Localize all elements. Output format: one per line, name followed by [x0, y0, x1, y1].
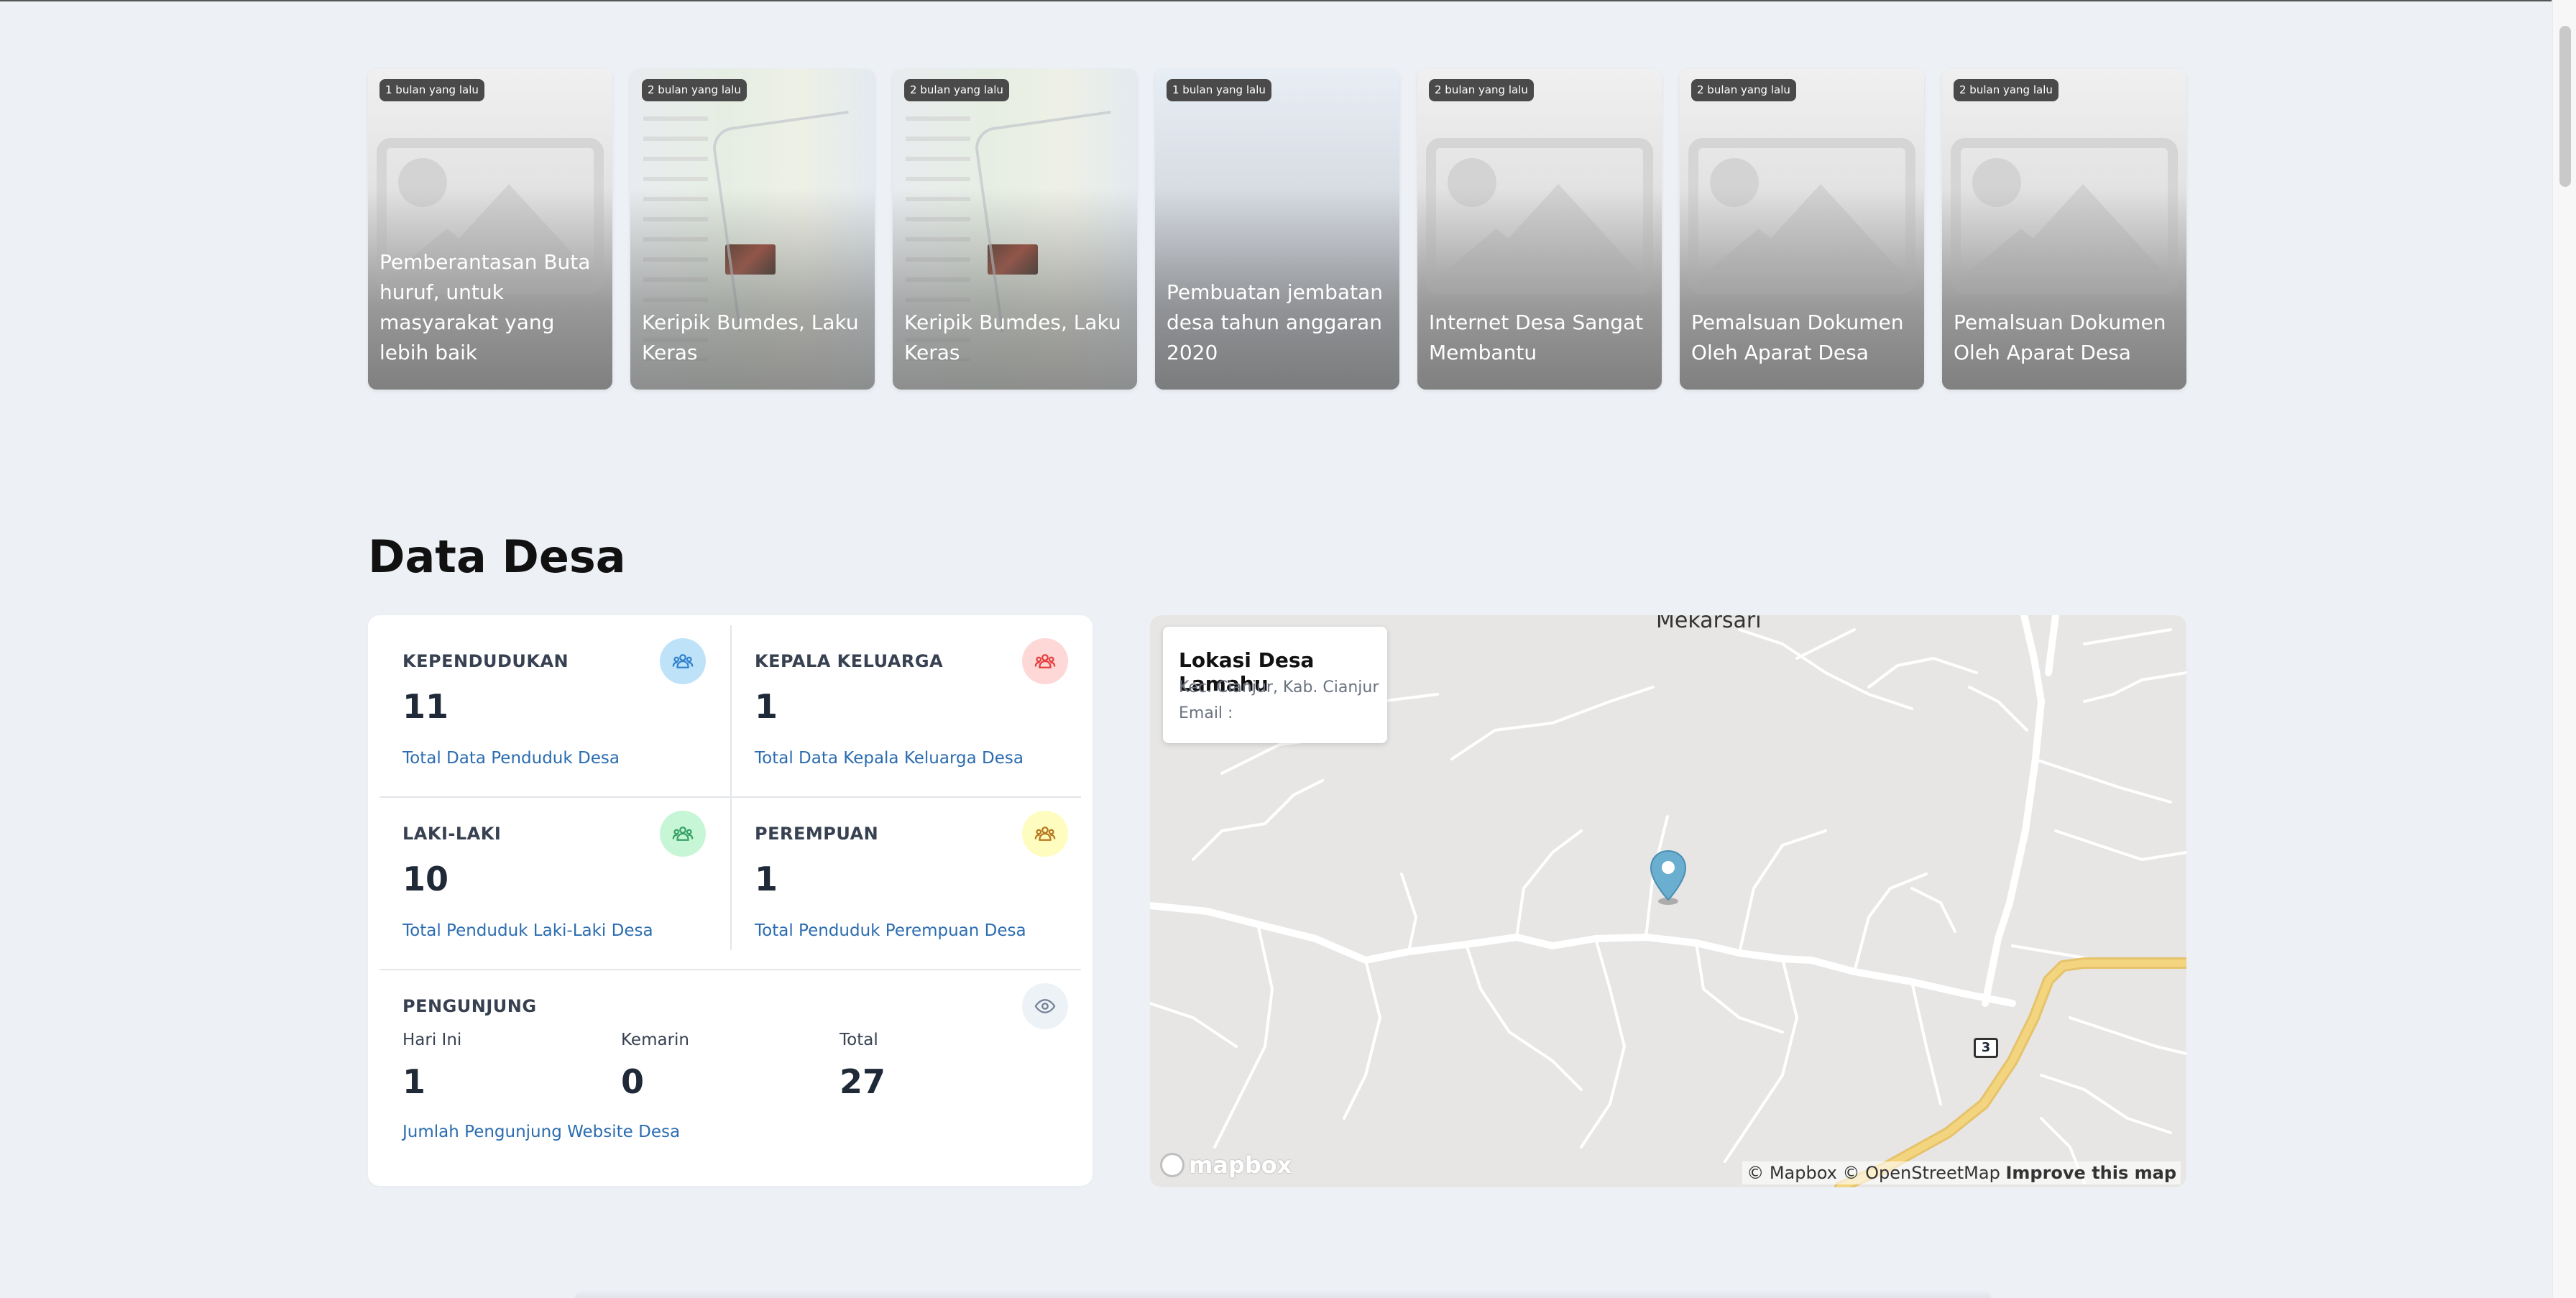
- stat-link[interactable]: Jumlah Pengunjung Website Desa: [402, 1123, 680, 1141]
- visitors-today-label: Hari Ini: [402, 1031, 462, 1049]
- people-icon: [1022, 811, 1068, 857]
- news-card-title[interactable]: Pembuatan jembatan desa tahun anggaran 2…: [1167, 277, 1389, 368]
- people-icon: [660, 811, 706, 857]
- popup-address: Kec. Cianjur, Kab. Cianjur: [1179, 678, 1379, 696]
- visitors-today-value: 1: [402, 1062, 426, 1101]
- news-card[interactable]: 1 bulan yang lalu Pemberantasan Buta hur…: [368, 69, 612, 390]
- section-title: Data Desa: [368, 530, 626, 583]
- stat-value: 1: [755, 687, 778, 726]
- time-badge: 2 bulan yang lalu: [1429, 79, 1534, 101]
- news-card-title[interactable]: Pemberantasan Buta huruf, untuk masyarak…: [380, 247, 602, 368]
- mapbox-logo[interactable]: mapbox: [1160, 1151, 1292, 1179]
- time-badge: 1 bulan yang lalu: [380, 79, 484, 101]
- attribution-mapbox[interactable]: © Mapbox: [1747, 1163, 1837, 1183]
- news-card[interactable]: 2 bulan yang lalu Pemalsuan Dokumen Oleh…: [1680, 69, 1924, 390]
- stat-population: KEPENDUDUKAN 11 Total Data Penduduk Desa: [368, 615, 730, 796]
- news-card-title[interactable]: Keripik Bumdes, Laku Keras: [642, 308, 865, 368]
- news-card[interactable]: 2 bulan yang lalu Keripik Bumdes, Laku K…: [893, 69, 1137, 390]
- stat-link[interactable]: Total Data Kepala Keluarga Desa: [755, 749, 1024, 768]
- map-popup: Lokasi Desa Lamahu Kec. Cianjur, Kab. Ci…: [1163, 627, 1387, 743]
- people-icon: [1022, 638, 1068, 684]
- eye-icon: [1022, 983, 1068, 1029]
- stat-label: PENGUNJUNG: [402, 996, 537, 1016]
- visitors-yesterday-label: Kemarin: [621, 1031, 690, 1049]
- stat-link[interactable]: Total Data Penduduk Desa: [402, 749, 620, 768]
- stat-visitors: PENGUNJUNG Hari Ini 1 Kemarin 0 Total 27…: [368, 960, 1092, 1186]
- stat-label: KEPALA KELUARGA: [755, 651, 944, 671]
- stat-value: 11: [402, 687, 449, 726]
- route-shield: 3: [1974, 1038, 1998, 1058]
- news-card-title[interactable]: Pemalsuan Dokumen Oleh Aparat Desa: [1691, 308, 1914, 368]
- time-badge: 2 bulan yang lalu: [642, 79, 747, 101]
- top-border: [0, 0, 2576, 1]
- stat-label: KEPENDUDUKAN: [402, 651, 569, 671]
- map-attribution: © Mapbox © OpenStreetMap Improve this ma…: [1742, 1161, 2181, 1184]
- popup-email: Email :: [1179, 704, 1233, 722]
- scrollbar[interactable]: [2552, 0, 2576, 1298]
- news-card-title[interactable]: Keripik Bumdes, Laku Keras: [904, 308, 1127, 368]
- stat-value: 1: [755, 860, 778, 898]
- news-card[interactable]: 2 bulan yang lalu Pemalsuan Dokumen Oleh…: [1942, 69, 2186, 390]
- time-badge: 2 bulan yang lalu: [904, 79, 1009, 101]
- stat-value: 10: [402, 860, 449, 898]
- news-card-title[interactable]: Pemalsuan Dokumen Oleh Aparat Desa: [1954, 308, 2176, 368]
- stat-label: LAKI-LAKI: [402, 824, 502, 844]
- visitors-yesterday: Kemarin 0: [621, 1031, 689, 1101]
- visitors-total-label: Total: [840, 1031, 878, 1049]
- stat-link[interactable]: Total Penduduk Laki-Laki Desa: [402, 921, 653, 940]
- mapbox-logo-text: mapbox: [1189, 1151, 1292, 1179]
- news-card[interactable]: 2 bulan yang lalu Internet Desa Sangat M…: [1417, 69, 1662, 390]
- people-icon: [660, 638, 706, 684]
- time-badge: 2 bulan yang lalu: [1954, 79, 2058, 101]
- attribution-osm[interactable]: © OpenStreetMap: [1843, 1163, 2000, 1183]
- next-section-edge: [575, 1289, 1991, 1298]
- stats-panel: KEPENDUDUKAN 11 Total Data Penduduk Desa…: [368, 615, 1092, 1186]
- time-badge: 1 bulan yang lalu: [1167, 79, 1271, 101]
- visitors-yesterday-value: 0: [621, 1062, 645, 1101]
- map-marker-icon[interactable]: [1649, 850, 1688, 907]
- stat-link[interactable]: Total Penduduk Perempuan Desa: [755, 921, 1026, 940]
- improve-map-link[interactable]: Improve this map: [2005, 1163, 2176, 1183]
- stat-label: PEREMPUAN: [755, 824, 879, 844]
- mapbox-logo-icon: [1160, 1153, 1184, 1177]
- village-map[interactable]: Mekarsari Lokasi Desa Lamahu Kec. Cianju…: [1150, 615, 2186, 1187]
- visitors-total-value: 27: [840, 1062, 886, 1101]
- news-card-title[interactable]: Internet Desa Sangat Membantu: [1429, 308, 1652, 368]
- news-card[interactable]: 1 bulan yang lalu Pembuatan jembatan des…: [1155, 69, 1399, 390]
- map-place-label: Mekarsari: [1656, 615, 1762, 633]
- stat-family: KEPALA KELUARGA 1 Total Data Kepala Kelu…: [720, 615, 1092, 796]
- visitors-total: Total 27: [840, 1031, 886, 1101]
- stat-female: PEREMPUAN 1 Total Penduduk Perempuan Des…: [720, 788, 1092, 969]
- stat-male: LAKI-LAKI 10 Total Penduduk Laki-Laki De…: [368, 788, 730, 969]
- scrollbar-thumb[interactable]: [2559, 26, 2571, 187]
- visitors-today: Hari Ini 1: [402, 1031, 461, 1101]
- news-card[interactable]: 2 bulan yang lalu Keripik Bumdes, Laku K…: [630, 69, 875, 390]
- time-badge: 2 bulan yang lalu: [1691, 79, 1796, 101]
